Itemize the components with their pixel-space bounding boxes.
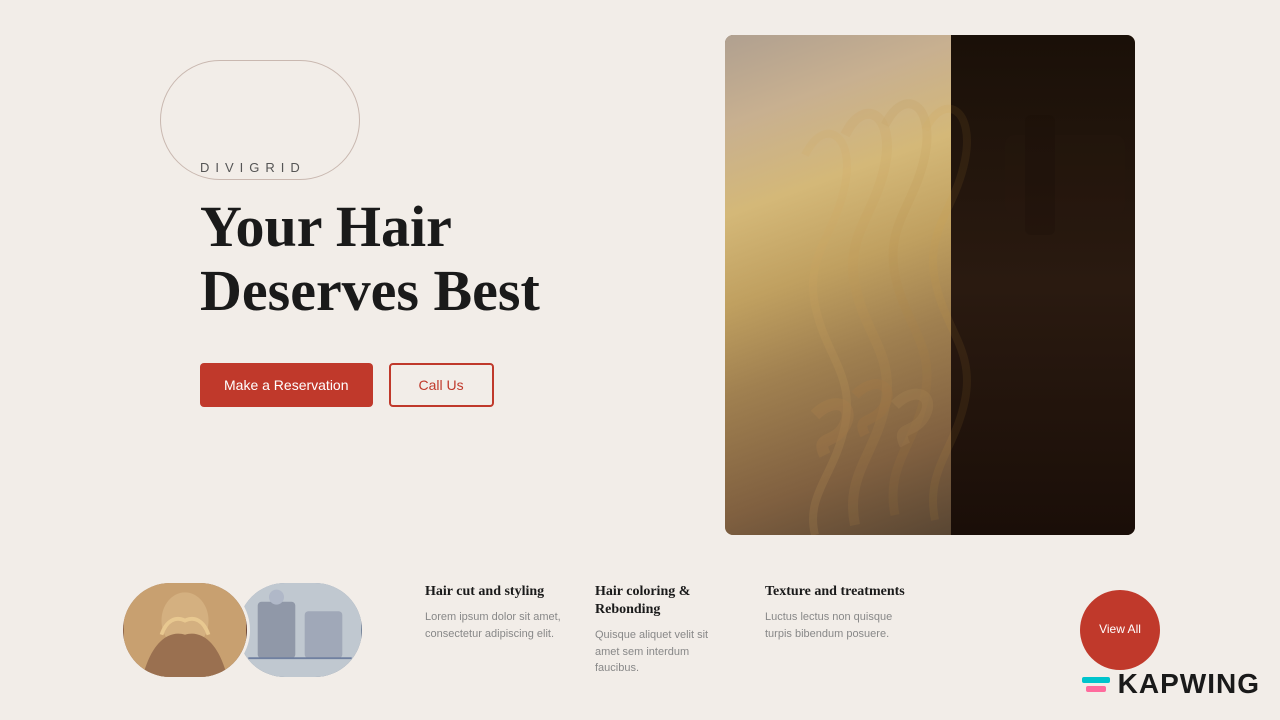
thumbnail-2 (235, 580, 365, 680)
service-items: Hair cut and styling Lorem ipsum dolor s… (425, 583, 1060, 677)
call-button[interactable]: Call Us (389, 363, 494, 407)
thumbnail-container (120, 580, 365, 680)
brand-name: DIVIGRID (200, 160, 620, 175)
left-content: DIVIGRID Your Hair Deserves Best Make a … (200, 80, 620, 407)
view-all-button[interactable]: View All (1080, 590, 1160, 670)
service-item-2: Texture and treatments Luctus lectus non… (765, 583, 905, 677)
headline-line1: Your Hair (200, 194, 452, 259)
kapwing-icon (1082, 677, 1110, 692)
thumb-svg-2 (238, 583, 362, 677)
reservation-button[interactable]: Make a Reservation (200, 363, 373, 407)
buttons-row: Make a Reservation Call Us (200, 363, 620, 407)
service-desc-1: Quisque aliquet velit sit amet sem inter… (595, 627, 735, 677)
service-desc-0: Lorem ipsum dolor sit amet, consectetur … (425, 609, 565, 642)
thumb-bg-1 (123, 583, 247, 677)
kapwing-text: KAPWING (1118, 668, 1260, 700)
service-item-0: Hair cut and styling Lorem ipsum dolor s… (425, 583, 565, 677)
thumb-svg-1 (123, 583, 247, 677)
hero-image-bg (725, 35, 1135, 535)
hair-svg (725, 35, 1135, 535)
kapwing-watermark: KAPWING (1082, 668, 1260, 700)
service-title-0: Hair cut and styling (425, 583, 565, 601)
kapwing-bar-pink (1086, 686, 1106, 692)
service-title-2: Texture and treatments (765, 583, 905, 601)
kapwing-bar-cyan (1082, 677, 1110, 683)
page-container: DIVIGRID Your Hair Deserves Best Make a … (0, 0, 1280, 720)
headline: Your Hair Deserves Best (200, 195, 620, 323)
hero-image (725, 35, 1135, 535)
headline-line2: Deserves Best (200, 258, 540, 323)
service-item-1: Hair coloring & Rebonding Quisque alique… (595, 583, 735, 677)
thumbnail-1 (120, 580, 250, 680)
service-desc-2: Luctus lectus non quisque turpis bibendu… (765, 609, 905, 642)
thumb-bg-2 (238, 583, 362, 677)
service-title-1: Hair coloring & Rebonding (595, 583, 735, 619)
